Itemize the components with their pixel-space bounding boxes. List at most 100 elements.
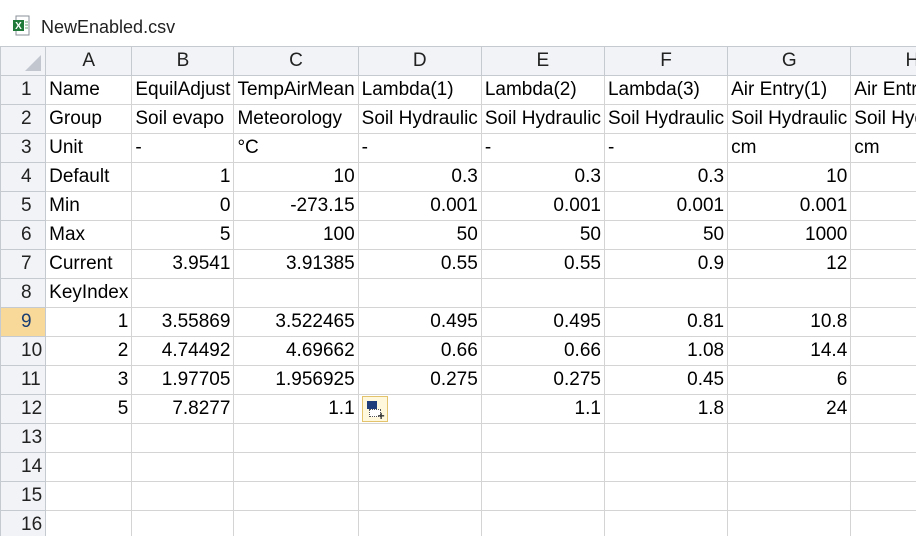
row-header-11[interactable]: 11 — [0, 365, 47, 395]
cell-e1[interactable]: Lambda(2) — [480, 75, 605, 105]
cell-f10[interactable]: 1.08 — [603, 336, 729, 366]
cell-b8[interactable] — [131, 278, 235, 308]
cell-d15[interactable] — [357, 481, 482, 511]
cell-a3[interactable]: Unit — [45, 133, 133, 163]
cell-f1[interactable]: Lambda(3) — [603, 75, 729, 105]
cell-c14[interactable] — [233, 452, 359, 482]
column-header-h[interactable]: H — [850, 46, 916, 76]
cell-c13[interactable] — [233, 423, 359, 453]
cell-d14[interactable] — [357, 452, 482, 482]
spreadsheet-grid[interactable]: ABCDEFGHI 1NameEquilAdjustTempAirMeanLam… — [0, 46, 916, 536]
cell-d1[interactable]: Lambda(1) — [357, 75, 482, 105]
cell-b6[interactable]: 5 — [131, 220, 235, 250]
column-header-a[interactable]: A — [45, 46, 133, 76]
cell-a13[interactable] — [45, 423, 133, 453]
cell-g1[interactable]: Air Entry(1) — [727, 75, 852, 105]
cell-d5[interactable]: 0.001 — [357, 191, 482, 221]
cell-e8[interactable] — [480, 278, 605, 308]
cell-c4[interactable]: 10 — [233, 162, 359, 192]
cell-g14[interactable] — [727, 452, 852, 482]
cell-e13[interactable] — [480, 423, 605, 453]
cell-e5[interactable]: 0.001 — [480, 191, 605, 221]
cell-a14[interactable] — [45, 452, 133, 482]
cell-g8[interactable] — [727, 278, 852, 308]
cell-d16[interactable] — [357, 510, 482, 536]
row-header-14[interactable]: 14 — [0, 452, 47, 482]
cell-c8[interactable] — [233, 278, 359, 308]
cell-b5[interactable]: 0 — [131, 191, 235, 221]
select-all-corner[interactable] — [0, 46, 47, 76]
cell-d2[interactable]: Soil Hydraulic — [357, 104, 482, 134]
cell-e3[interactable]: - — [480, 133, 605, 163]
row-header-15[interactable]: 15 — [0, 481, 47, 511]
cell-h5[interactable]: 0.001 — [850, 191, 916, 221]
cell-d10[interactable]: 0.66 — [357, 336, 482, 366]
cell-f7[interactable]: 0.9 — [603, 249, 729, 279]
cell-g6[interactable]: 1000 — [727, 220, 852, 250]
cell-a15[interactable] — [45, 481, 133, 511]
cell-g10[interactable]: 14.4 — [727, 336, 852, 366]
column-header-f[interactable]: F — [603, 46, 729, 76]
cell-h13[interactable] — [850, 423, 916, 453]
cell-b11[interactable]: 1.97705 — [131, 365, 235, 395]
cell-e7[interactable]: 0.55 — [480, 249, 605, 279]
cell-c9[interactable]: 3.522465 — [233, 307, 359, 337]
cell-f15[interactable] — [603, 481, 729, 511]
cell-h16[interactable] — [850, 510, 916, 536]
cell-d7[interactable]: 0.55 — [357, 249, 482, 279]
cell-c2[interactable]: Meteorology — [233, 104, 359, 134]
cell-c3[interactable]: °C — [233, 133, 359, 163]
cell-d8[interactable] — [357, 278, 482, 308]
cell-c15[interactable] — [233, 481, 359, 511]
column-header-b[interactable]: B — [131, 46, 235, 76]
cell-b10[interactable]: 4.74492 — [131, 336, 235, 366]
cell-e6[interactable]: 50 — [480, 220, 605, 250]
cell-a2[interactable]: Group — [45, 104, 133, 134]
row-header-9[interactable]: 9 — [0, 307, 47, 337]
cell-h8[interactable] — [850, 278, 916, 308]
cell-g15[interactable] — [727, 481, 852, 511]
cell-b3[interactable]: - — [131, 133, 235, 163]
cell-c1[interactable]: TempAirMean — [233, 75, 359, 105]
cell-e16[interactable] — [480, 510, 605, 536]
cell-h15[interactable] — [850, 481, 916, 511]
cell-d4[interactable]: 0.3 — [357, 162, 482, 192]
cell-h7[interactable]: 12 — [850, 249, 916, 279]
cell-h3[interactable]: cm — [850, 133, 916, 163]
cell-e4[interactable]: 0.3 — [480, 162, 605, 192]
cell-f6[interactable]: 50 — [603, 220, 729, 250]
cell-e10[interactable]: 0.66 — [480, 336, 605, 366]
cell-f5[interactable]: 0.001 — [603, 191, 729, 221]
row-header-13[interactable]: 13 — [0, 423, 47, 453]
cell-d9[interactable]: 0.495 — [357, 307, 482, 337]
column-header-c[interactable]: C — [233, 46, 359, 76]
cell-a9[interactable]: 1 — [45, 307, 133, 337]
cell-a5[interactable]: Min — [45, 191, 133, 221]
column-header-e[interactable]: E — [480, 46, 605, 76]
cell-e12[interactable]: 1.1 — [480, 394, 605, 424]
cell-g16[interactable] — [727, 510, 852, 536]
cell-c12[interactable]: 1.1 — [233, 394, 359, 424]
cell-a10[interactable]: 2 — [45, 336, 133, 366]
row-header-2[interactable]: 2 — [0, 104, 47, 134]
cell-a7[interactable]: Current — [45, 249, 133, 279]
cell-f12[interactable]: 1.8 — [603, 394, 729, 424]
column-header-g[interactable]: G — [727, 46, 852, 76]
cell-c7[interactable]: 3.91385 — [233, 249, 359, 279]
cell-h12[interactable]: 24 — [850, 394, 916, 424]
cell-c16[interactable] — [233, 510, 359, 536]
cell-f11[interactable]: 0.45 — [603, 365, 729, 395]
cell-g12[interactable]: 24 — [727, 394, 852, 424]
row-header-7[interactable]: 7 — [0, 249, 47, 279]
cell-a12[interactable]: 5 — [45, 394, 133, 424]
cell-h11[interactable]: 6 — [850, 365, 916, 395]
cell-table[interactable]: ABCDEFGHI 1NameEquilAdjustTempAirMeanLam… — [0, 46, 916, 536]
cell-e11[interactable]: 0.275 — [480, 365, 605, 395]
row-header-3[interactable]: 3 — [0, 133, 47, 163]
cell-b12[interactable]: 7.8277 — [131, 394, 235, 424]
cell-f16[interactable] — [603, 510, 729, 536]
cell-f14[interactable] — [603, 452, 729, 482]
row-header-6[interactable]: 6 — [0, 220, 47, 250]
cell-h4[interactable]: 10 — [850, 162, 916, 192]
cell-d12[interactable]: + — [357, 394, 482, 424]
